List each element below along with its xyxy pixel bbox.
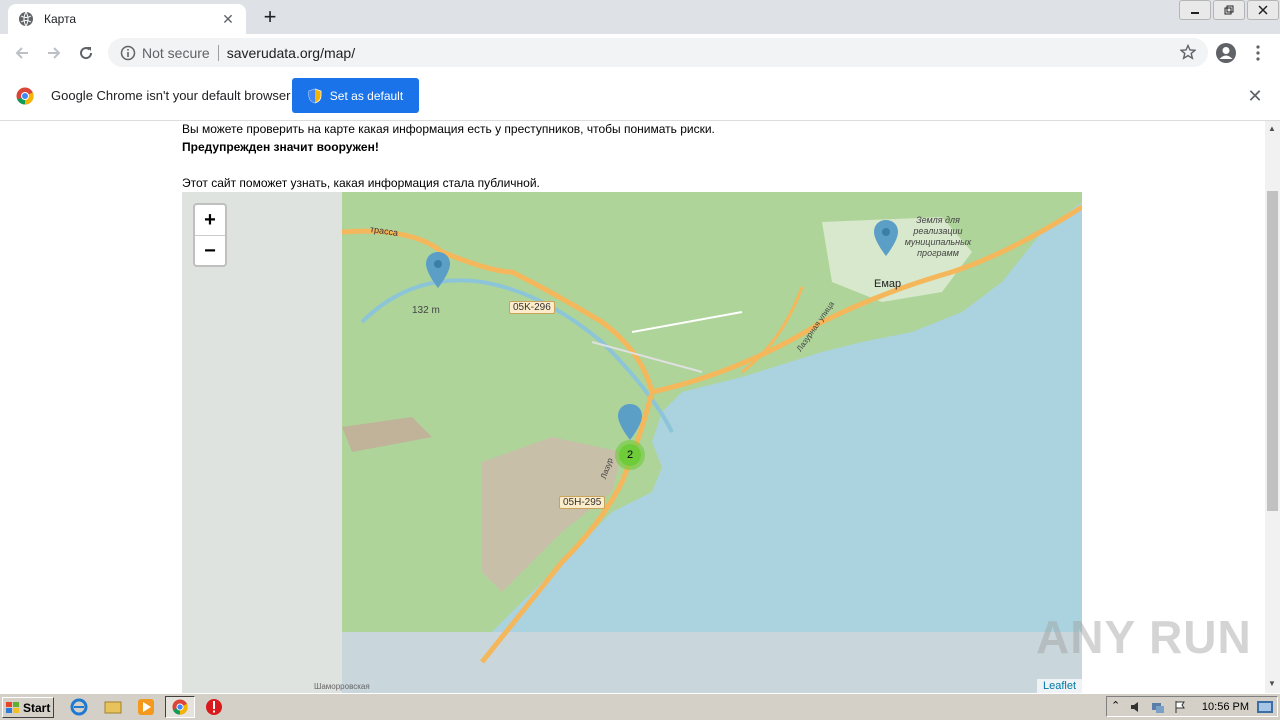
stop-icon[interactable] xyxy=(205,698,223,716)
flag-icon[interactable] xyxy=(1173,700,1187,714)
url-text[interactable]: saverudata.org/map/ xyxy=(227,45,355,61)
scrollbar-thumb[interactable] xyxy=(1267,191,1278,511)
start-label: Start xyxy=(23,700,51,715)
scroll-up-icon[interactable]: ▲ xyxy=(1268,124,1276,133)
scroll-down-icon[interactable]: ▼ xyxy=(1268,679,1276,688)
warning-text: Предупрежден значит вооружен! xyxy=(182,140,379,154)
map-tiles xyxy=(182,192,1082,693)
kebab-menu-icon xyxy=(1256,45,1260,61)
reload-button[interactable] xyxy=(74,41,98,65)
set-as-default-button[interactable]: Set as default xyxy=(292,78,419,113)
new-tab-button[interactable]: + xyxy=(258,5,282,29)
show-desktop-icon[interactable] xyxy=(1257,701,1273,713)
tab-close-icon[interactable]: ✕ xyxy=(220,11,236,28)
tab-strip: Карта ✕ + xyxy=(0,0,1280,34)
chrome-logo-icon xyxy=(16,87,34,105)
globe-icon xyxy=(19,11,33,27)
chrome-taskbar-icon xyxy=(172,699,188,715)
not-secure-label: Not secure xyxy=(142,44,210,61)
zoom-control: + − xyxy=(193,203,227,267)
map-marker-3[interactable] xyxy=(618,404,642,440)
set-as-default-label: Set as default xyxy=(329,88,404,103)
media-player-icon[interactable] xyxy=(137,698,155,716)
description-text: Этот сайт поможет узнать, какая информац… xyxy=(182,176,540,190)
infobar-message: Google Chrome isn't your default browser xyxy=(51,88,291,103)
map-road-05k296: 05K-296 xyxy=(509,301,555,314)
map-marker-1[interactable] xyxy=(426,252,450,288)
infobar-close-icon[interactable]: ✕ xyxy=(1245,86,1265,107)
minimize-icon xyxy=(1191,12,1199,14)
chrome-taskbar-button[interactable] xyxy=(165,696,195,718)
minimize-button[interactable] xyxy=(1179,0,1211,20)
map-marker-2[interactable] xyxy=(874,220,898,256)
browser-toolbar: Not secure saverudata.org/map/ xyxy=(0,34,1280,73)
windows-taskbar: Start ⌃ 10:56 PM xyxy=(0,693,1280,720)
info-icon[interactable] xyxy=(120,45,136,61)
reload-icon xyxy=(80,47,93,60)
system-tray: ⌃ 10:56 PM xyxy=(1106,696,1278,717)
marker-cluster[interactable]: 2 xyxy=(622,447,638,463)
chrome-menu-button[interactable] xyxy=(1248,41,1268,65)
network-icon[interactable] xyxy=(1151,700,1165,714)
restore-button[interactable] xyxy=(1213,0,1245,20)
tab-map[interactable]: Карта ✕ xyxy=(8,4,246,34)
profile-avatar-icon[interactable] xyxy=(1214,41,1238,65)
map-label-height: 132 m xyxy=(412,305,440,316)
internet-explorer-icon[interactable] xyxy=(70,698,88,716)
map-road-05h295: 05H-295 xyxy=(559,496,606,509)
bookmark-star-icon[interactable] xyxy=(1180,44,1196,60)
forward-button[interactable] xyxy=(42,41,66,65)
forward-arrow-icon xyxy=(48,47,61,59)
zoom-out-button[interactable]: − xyxy=(195,236,225,266)
address-bar[interactable]: Not secure saverudata.org/map/ xyxy=(108,38,1208,67)
map-label-bottom-road: Шаморровская xyxy=(314,682,370,691)
close-icon xyxy=(1258,5,1268,15)
anyrun-watermark: ANY RUN xyxy=(1036,611,1252,663)
default-browser-infobar: Google Chrome isn't your default browser… xyxy=(0,72,1280,121)
taskbar-clock: 10:56 PM xyxy=(1201,701,1249,713)
page-content: Вы можете проверить на карте какая инфор… xyxy=(0,121,1265,693)
window-controls xyxy=(1178,0,1280,20)
volume-icon[interactable] xyxy=(1129,700,1143,714)
windows-logo-icon xyxy=(6,701,19,713)
restore-icon xyxy=(1224,5,1234,15)
intro-text: Вы можете проверить на карте какая инфор… xyxy=(182,122,715,136)
back-arrow-icon xyxy=(15,47,28,59)
omnibox-separator xyxy=(217,44,219,61)
tab-title: Карта xyxy=(44,12,77,26)
page-scrollbar[interactable]: ▲ ▼ xyxy=(1265,121,1280,693)
zoom-in-button[interactable]: + xyxy=(195,205,225,236)
folder-icon[interactable] xyxy=(104,698,122,716)
tray-expand-icon[interactable]: ⌃ xyxy=(1111,699,1120,712)
shield-icon xyxy=(308,88,322,103)
leaflet-attribution-link[interactable]: Leaflet xyxy=(1036,679,1082,693)
leaflet-map[interactable]: трасса 132 m 05K-296 05H-295 Емар Земля … xyxy=(182,192,1082,693)
map-label-town: Емар xyxy=(874,278,902,290)
back-button[interactable] xyxy=(10,41,34,65)
close-window-button[interactable] xyxy=(1247,0,1279,20)
start-button[interactable]: Start xyxy=(2,697,54,718)
map-label-area: Земля для реализации муниципальных прогр… xyxy=(904,215,972,258)
